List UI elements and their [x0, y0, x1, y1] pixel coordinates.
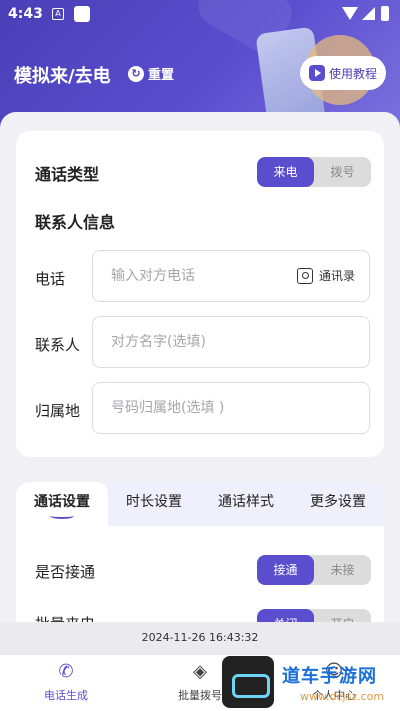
reset-icon: ↻: [128, 65, 144, 82]
tab-underline-icon: [50, 513, 74, 519]
tab-call-settings[interactable]: 通话设置: [16, 482, 108, 526]
call-type-label: 通话类型: [35, 165, 100, 184]
tab-label: 时长设置: [126, 494, 182, 510]
call-type-incoming[interactable]: 来电: [257, 157, 314, 187]
contacts-icon: [296, 267, 313, 284]
name-input[interactable]: [111, 331, 291, 353]
tab-duration-settings[interactable]: 时长设置: [108, 482, 200, 526]
call-type-toggle: 来电 拨号: [257, 157, 371, 187]
contacts-button[interactable]: 通讯录: [296, 267, 355, 284]
nav-label: 批量拨号: [178, 689, 222, 702]
tab-call-style[interactable]: 通话样式: [200, 482, 292, 526]
answered-yes[interactable]: 接通: [257, 555, 314, 585]
name-label: 联系人: [35, 336, 81, 354]
settings-tabs: 通话设置 时长设置 通话样式 更多设置: [16, 482, 384, 526]
watermark-logo: [222, 656, 274, 708]
nav-label: 电话生成: [44, 689, 88, 702]
reset-button[interactable]: ↻ 重置: [128, 64, 174, 83]
tab-more-settings[interactable]: 更多设置: [292, 482, 384, 526]
play-icon: [308, 65, 325, 81]
tab-label: 通话设置: [34, 494, 90, 510]
wifi-icon: [342, 7, 358, 20]
watermark-sub: www.dcjsz.com: [300, 690, 385, 703]
status-time: 4:43: [8, 6, 43, 22]
tab-label: 更多设置: [310, 494, 366, 510]
tab-label: 通话样式: [218, 494, 274, 510]
layers-icon: ◈: [193, 661, 207, 682]
notification-a-icon: A: [52, 8, 64, 20]
battery-icon: [381, 6, 389, 21]
phone-input[interactable]: [111, 265, 291, 287]
answered-label: 是否接通: [35, 563, 96, 581]
call-type-outgoing[interactable]: 拨号: [314, 157, 371, 187]
answered-toggle: 接通 未接: [257, 555, 371, 585]
phone-call-icon: ✆: [58, 661, 74, 682]
timestamp-bar: 2024-11-26 16:43:32: [0, 622, 400, 654]
phone-label: 电话: [35, 270, 66, 288]
phone-field-box: 通讯录: [92, 250, 370, 302]
name-field-box: [92, 316, 370, 368]
location-input[interactable]: [111, 397, 291, 419]
contacts-label: 通讯录: [318, 269, 355, 283]
signal-icon: [362, 7, 375, 20]
location-label: 归属地: [35, 402, 81, 420]
tutorial-button[interactable]: 使用教程: [300, 56, 386, 90]
page-title: 模拟来/去电: [14, 66, 111, 87]
answered-no[interactable]: 未接: [314, 555, 371, 585]
contact-info-title: 联系人信息: [35, 213, 116, 232]
reset-label: 重置: [148, 68, 175, 83]
notification-square-icon: [74, 6, 90, 22]
call-info-card: 通话类型 来电 拨号 联系人信息 电话 通讯录 联系人 归属地: [16, 131, 384, 457]
status-bar: 4:43 A: [0, 0, 400, 28]
watermark-text: 道车手游网: [282, 666, 377, 687]
tutorial-label: 使用教程: [328, 66, 377, 81]
nav-phone-generate[interactable]: ✆ 电话生成: [16, 661, 116, 703]
location-field-box: [92, 382, 370, 434]
